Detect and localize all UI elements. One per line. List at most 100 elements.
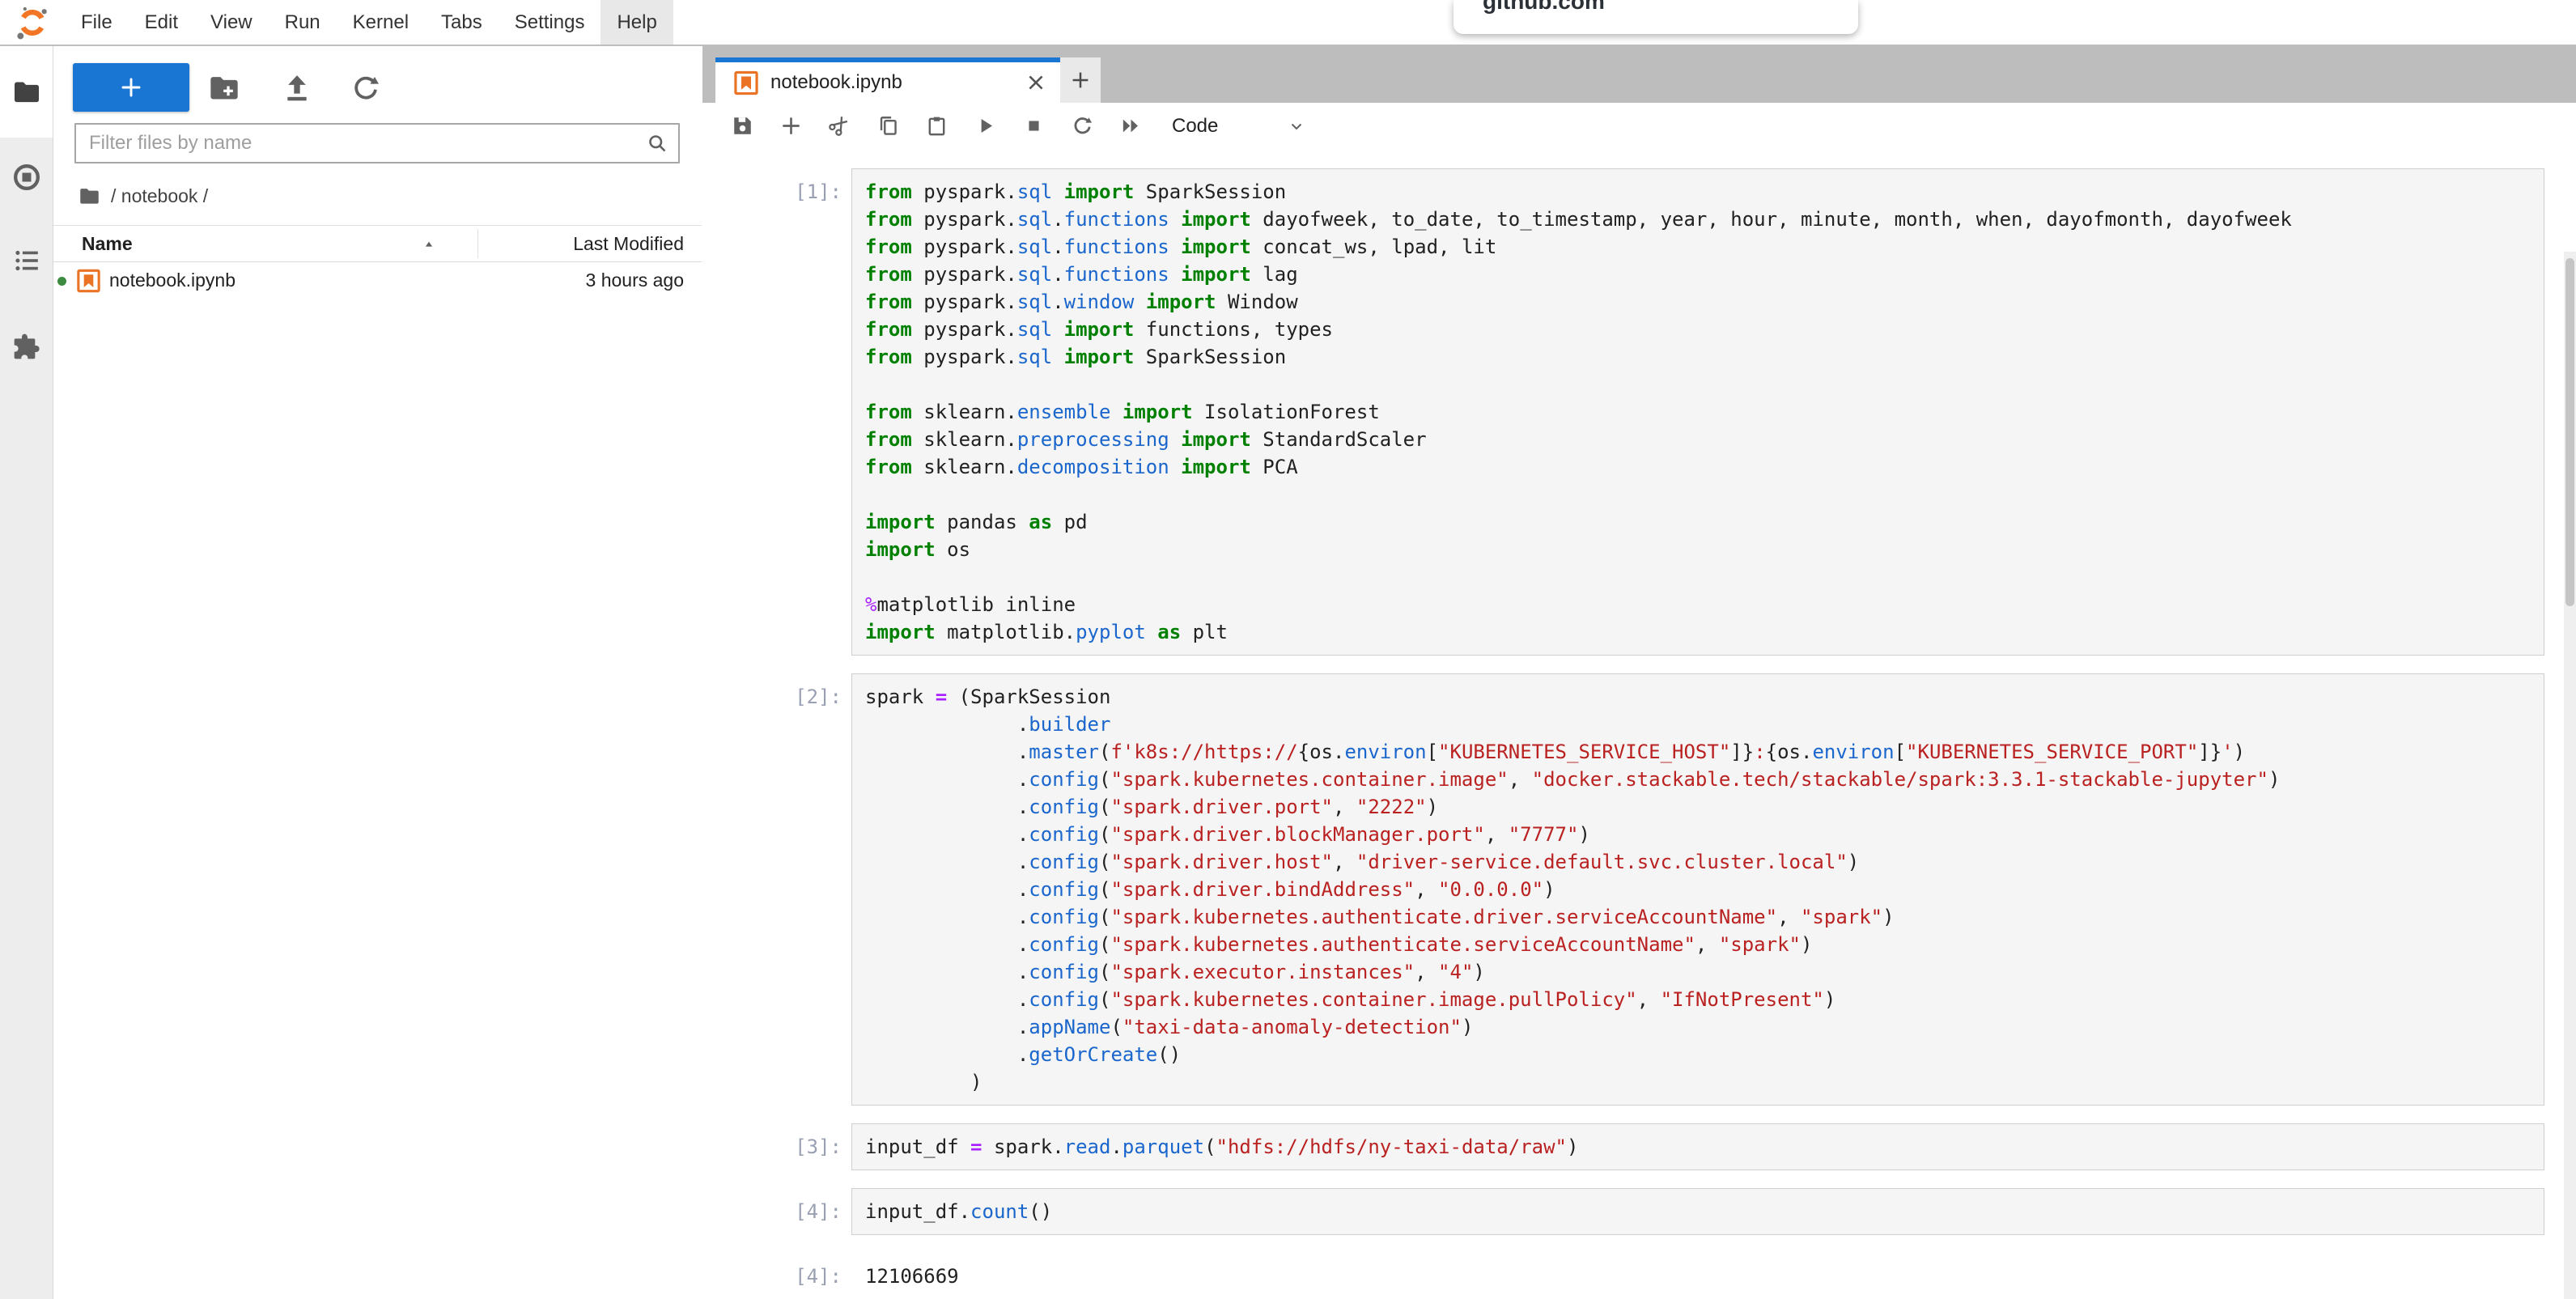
file-row[interactable]: notebook.ipynb 3 hours ago [53,262,702,299]
plus-icon [118,74,144,100]
code-token [1169,456,1181,478]
restart-run-all-button[interactable] [1112,108,1149,145]
code-token: (SparkSession [947,686,1110,708]
interrupt-kernel-button[interactable] [1015,108,1052,145]
restart-kernel-button[interactable] [1063,108,1101,145]
add-cell-button[interactable] [772,108,809,145]
code-token: pandas [936,511,1029,533]
code-token: , [1415,961,1438,983]
code-line: from pyspark.sql.functions import concat… [865,233,2544,261]
menu-item-file[interactable]: File [65,0,129,45]
code-token: from [865,401,912,423]
menu-item-kernel[interactable]: Kernel [337,0,425,45]
new-launcher-button[interactable] [73,63,189,112]
paste-cells-icon [925,114,948,138]
code-line: .config("spark.kubernetes.authenticate.s… [865,931,2544,958]
code-editor[interactable]: input_df = spark.read.parquet("hdfs://hd… [851,1123,2544,1170]
refresh-icon [350,72,382,104]
menu-item-settings[interactable]: Settings [499,0,601,45]
copy-cells-button[interactable] [869,108,906,145]
code-token: pyspark. [912,236,1017,258]
menu-item-help[interactable]: Help [601,0,673,45]
code-token [1146,621,1157,643]
notebook-content: [1]:from pyspark.sql import SparkSession… [702,149,2576,1299]
menu-item-run[interactable]: Run [269,0,337,45]
filter-files-input[interactable] [74,123,680,163]
code-token: "spark" [1801,906,1882,928]
code-token: ]} [1730,741,1754,763]
code-token: . [865,933,1029,956]
code-line: from pyspark.sql import SparkSession [865,178,2544,206]
save-button[interactable] [724,108,761,145]
code-token: preprocessing [1017,428,1169,451]
code-token: functions [1064,236,1169,258]
scrollbar-thumb[interactable] [2565,258,2574,606]
cell-type-dropdown[interactable]: Code [1172,115,1306,138]
code-token: . [865,851,1029,873]
code-token: . [865,878,1029,901]
notebook-file-icon [76,268,101,294]
code-token [1169,236,1181,258]
cut-cells-button[interactable] [821,108,858,145]
code-token: ensemble [1017,401,1111,423]
code-line: from pyspark.sql import functions, types [865,316,2544,343]
new-folder-button[interactable] [208,72,240,104]
code-token: . [1052,208,1063,231]
code-editor[interactable]: spark = (SparkSession .builder .master(f… [851,673,2544,1106]
menu-item-edit[interactable]: Edit [129,0,194,45]
cell-type-value: Code [1172,115,1218,138]
sidebar-tab-extension-manager[interactable] [0,304,53,388]
filter-files-box [74,123,680,163]
code-token: pyspark. [912,208,1017,231]
code-token: input_df. [865,1200,970,1223]
breadcrumb[interactable]: / notebook / [53,182,702,210]
code-editor[interactable]: from pyspark.sql import SparkSessionfrom… [851,168,2544,656]
code-token: parquet [1122,1136,1204,1158]
upload-button[interactable] [281,72,313,104]
code-token: = [970,1136,982,1158]
code-token: import [865,621,936,643]
code-token: ( [1099,933,1110,956]
output-area: 12106669 [851,1253,2563,1290]
code-token: lag [1251,263,1298,286]
close-tab-icon[interactable] [1025,71,1047,94]
paste-cells-button[interactable] [918,108,955,145]
code-token: from [865,318,912,341]
code-token: SparkSession [1134,180,1286,203]
code-token: spark [865,686,936,708]
code-line: ) [865,1068,2544,1096]
code-token: config [1029,878,1099,901]
code-token: input_df [865,1136,970,1158]
refresh-file-list-button[interactable] [350,72,382,104]
menu-item-view[interactable]: View [194,0,269,45]
code-token: sql [1017,263,1052,286]
home-folder-icon[interactable] [79,185,100,207]
sidebar-tab-running-sessions[interactable] [0,138,53,217]
code-token: config [1029,796,1099,818]
code-token: sql [1017,236,1052,258]
code-editor[interactable]: input_df.count() [851,1188,2544,1235]
output-cell: [4]:12106669 [715,1253,2563,1290]
new-tab-button[interactable] [1060,57,1101,103]
column-header-name[interactable]: Name [82,233,133,255]
column-header-modified[interactable]: Last Modified [573,233,684,255]
sidebar-tab-table-of-contents[interactable] [0,217,53,304]
code-token [1110,401,1122,423]
sort-ascending-icon[interactable] [422,237,436,252]
cell-list: [1]:from pyspark.sql import SparkSession… [715,168,2563,1299]
code-token: SparkSession [1134,346,1286,368]
sidebar-tab-file-browser[interactable] [0,46,53,138]
code-line: .config("spark.driver.port", "2222") [865,793,2544,821]
notebook-scrollbar[interactable] [2564,252,2576,1299]
code-token: , [1333,851,1356,873]
popup-domain-text: github.com [1483,0,1605,15]
menu-item-tabs[interactable]: Tabs [425,0,499,45]
tab-notebook[interactable]: notebook.ipynb [715,57,1060,103]
code-line: 12106669 [865,1263,2563,1290]
code-line: from pyspark.sql.functions import dayofw… [865,206,2544,233]
code-token: decomposition [1017,456,1169,478]
file-listing-header: Name Last Modified [53,225,702,262]
code-token: ) [1543,878,1555,901]
run-cell-button[interactable] [966,108,1004,145]
code-token: , [1485,823,1509,846]
